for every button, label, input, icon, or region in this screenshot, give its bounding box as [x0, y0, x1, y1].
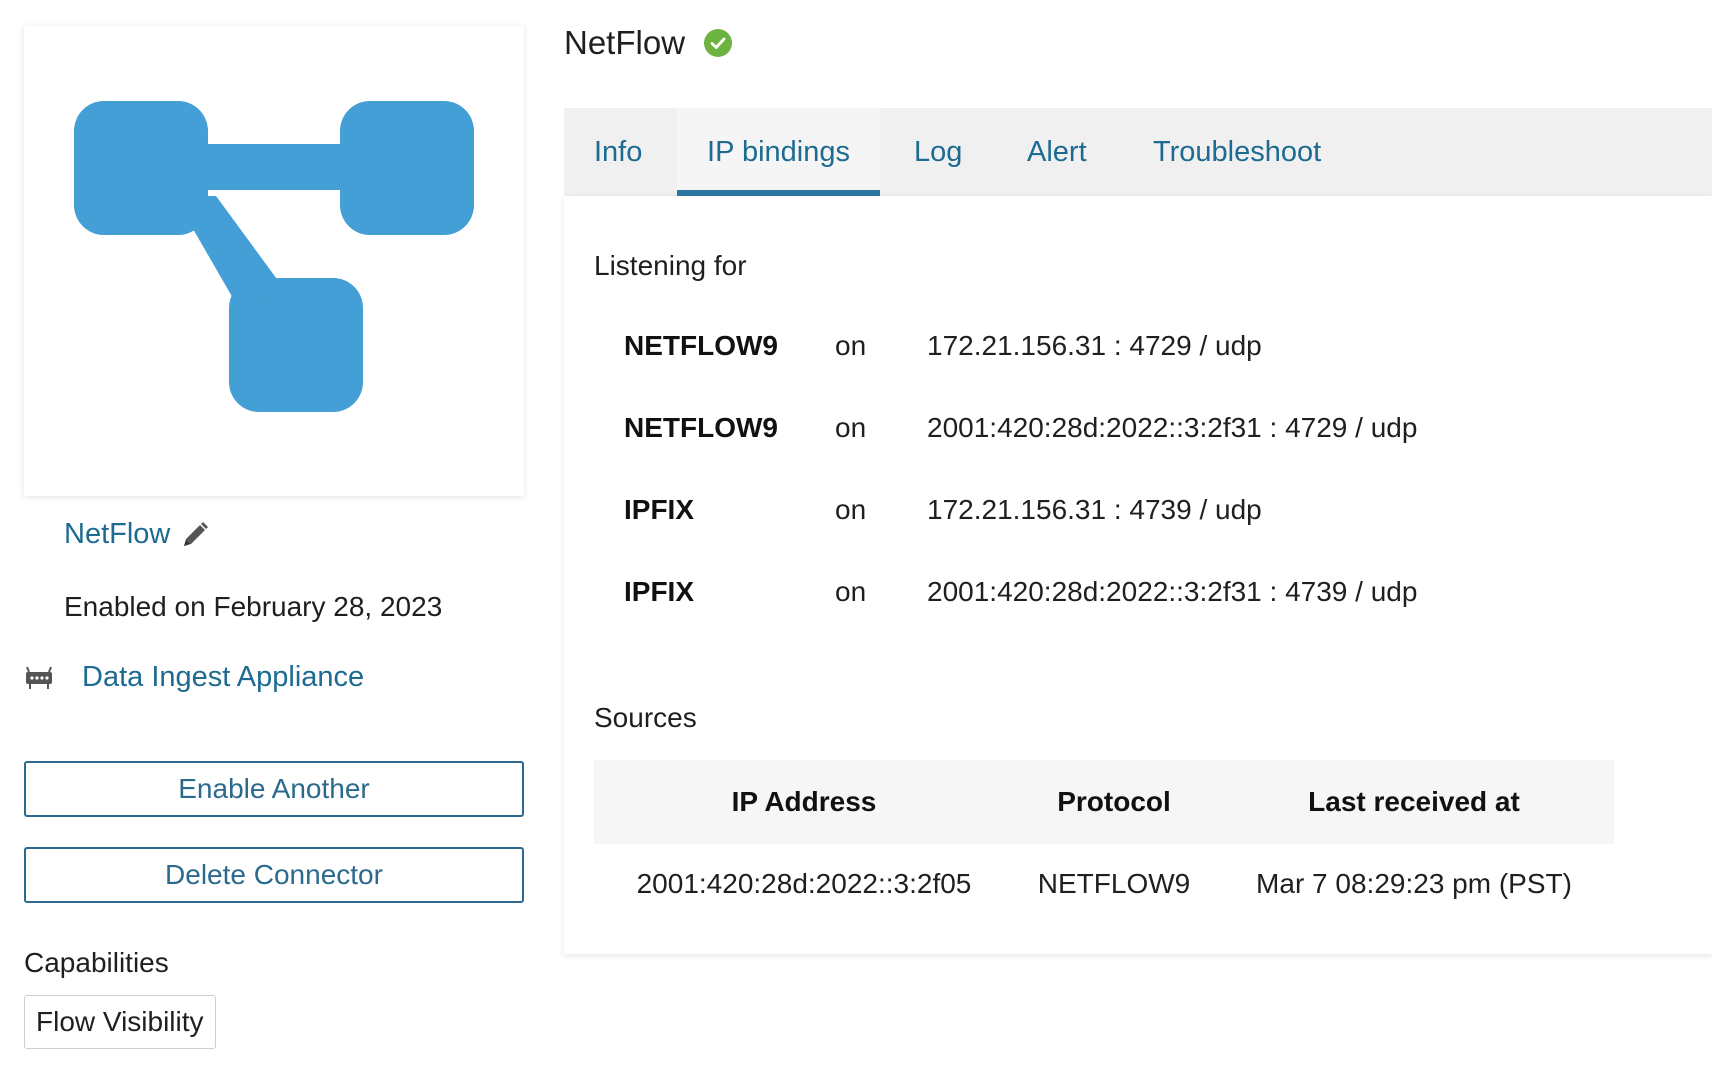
tab-bar: Info IP bindings Log Alert Troubleshoot — [564, 108, 1712, 198]
table-row: 2001:420:28d:2022::3:2f05 NETFLOW9 Mar 7… — [594, 844, 1614, 924]
appliance-link[interactable]: Data Ingest Appliance — [24, 661, 364, 694]
tab-log[interactable]: Log — [914, 108, 962, 196]
connector-logo-card — [24, 26, 524, 496]
netflow-logo-icon — [74, 101, 474, 412]
tab-info[interactable]: Info — [594, 108, 642, 196]
binding-on: on — [835, 494, 867, 525]
enable-another-button[interactable]: Enable Another — [24, 761, 524, 817]
binding-protocol: NETFLOW9 — [624, 412, 778, 443]
delete-connector-button[interactable]: Delete Connector — [24, 847, 524, 903]
binding-on: on — [835, 576, 867, 607]
pencil-icon[interactable] — [180, 520, 210, 550]
binding-address: 172.21.156.31 : 4739 / udp — [927, 494, 1262, 525]
capabilities-title: Capabilities — [24, 947, 169, 978]
tab-label[interactable]: Info — [594, 136, 642, 169]
source-protocol: NETFLOW9 — [1037, 868, 1191, 899]
sources-table: IP Address Protocol Last received at 200… — [594, 760, 1614, 924]
tab-label[interactable]: Troubleshoot — [1153, 136, 1321, 169]
binding-address: 2001:420:28d:2022::3:2f31 : 4739 / udp — [927, 576, 1418, 607]
column-header-ip[interactable]: IP Address — [594, 760, 1014, 844]
appliance-label[interactable]: Data Ingest Appliance — [82, 661, 364, 694]
source-last-received: Mar 7 08:29:23 pm (PST) — [1256, 868, 1572, 899]
connector-name-link[interactable]: NetFlow — [64, 518, 210, 551]
tab-ip-bindings[interactable]: IP bindings — [677, 108, 880, 198]
column-header-protocol[interactable]: Protocol — [1014, 760, 1214, 844]
source-ip: 2001:420:28d:2022::3:2f05 — [636, 868, 972, 899]
sources-title: Sources — [594, 702, 697, 733]
binding-protocol: NETFLOW9 — [624, 330, 778, 361]
binding-on: on — [835, 412, 867, 443]
check-circle-icon — [704, 29, 733, 57]
listening-title: Listening for — [594, 250, 747, 281]
binding-address: 172.21.156.31 : 4729 / udp — [927, 330, 1262, 361]
capability-badge: Flow Visibility — [24, 995, 216, 1049]
page-title-text: NetFlow — [564, 24, 686, 61]
tab-label[interactable]: IP bindings — [707, 136, 850, 169]
appliance-icon — [26, 666, 52, 689]
page-title: NetFlow — [564, 24, 733, 62]
tab-label[interactable]: Alert — [1027, 136, 1087, 169]
connector-name[interactable]: NetFlow — [64, 518, 170, 551]
binding-protocol: IPFIX — [624, 576, 695, 607]
tab-alert[interactable]: Alert — [1027, 108, 1087, 196]
table-header: IP Address Protocol Last received at — [594, 760, 1614, 844]
binding-on: on — [835, 330, 867, 361]
binding-protocol: IPFIX — [624, 494, 695, 525]
tab-troubleshoot[interactable]: Troubleshoot — [1153, 108, 1321, 196]
enabled-date: Enabled on February 28, 2023 — [64, 591, 443, 622]
tab-label[interactable]: Log — [914, 136, 962, 169]
column-header-last-received[interactable]: Last received at — [1214, 760, 1614, 844]
binding-address: 2001:420:28d:2022::3:2f31 : 4729 / udp — [927, 412, 1418, 443]
